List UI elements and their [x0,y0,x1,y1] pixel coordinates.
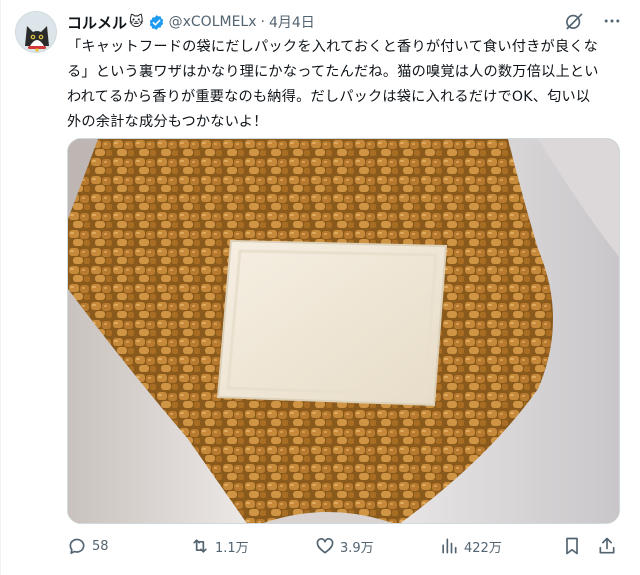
reply-count: 58 [92,538,109,554]
reply-button[interactable]: 58 [67,536,109,556]
bookmark-button[interactable] [562,536,587,556]
separator: · [260,14,265,30]
cat-emoji: 🐱 [129,14,144,30]
timeline-border [0,0,1,575]
action-bar: 58 1.1万 3.9万 422万 [67,536,620,558]
more-icon[interactable] [602,11,622,31]
post-text-line: る」という裏ワザはかなり理にかなってたんだね。猫の嗅覚は人の数万倍以上とい [67,64,599,80]
views-icon [442,538,457,554]
top-actions [564,11,622,31]
repost-button[interactable]: 1.1万 [190,536,249,556]
repost-icon [193,539,207,553]
views-button[interactable]: 422万 [439,536,502,556]
repost-count: 1.1万 [215,540,249,556]
reply-icon [69,538,85,554]
grok-icon[interactable] [564,11,584,31]
verified-badge-icon [149,14,163,30]
display-name[interactable]: コルメル [67,12,127,33]
post-text-line: 「キャットフードの袋にだしパックを入れておくと香りが付いて食い付きが良くな [67,39,599,55]
avatar[interactable] [15,11,57,53]
post-image[interactable] [67,138,620,524]
share-icon [599,537,615,554]
like-button[interactable]: 3.9万 [315,536,374,556]
views-count: 422万 [464,540,502,556]
like-count: 3.9万 [340,540,374,556]
post-text: 「キャットフードの袋にだしパックを入れておくと香りが付いて食い付きが良くな る」… [67,35,622,135]
like-icon [316,538,334,554]
handle[interactable]: @xCOLMELx [169,14,257,30]
post-text-line: 外の余計な成分もつかないよ！ [67,114,268,130]
post-text-line: われてるから香りが重要なのも納得。だしパックは袋に入れるだけでOK、匂い以 [67,89,591,105]
bookmark-icon [566,537,578,555]
post-header: コルメル 🐱 @xCOLMELx · 4月4日 [67,11,315,33]
post-date[interactable]: 4月4日 [269,12,315,32]
share-button[interactable] [597,536,622,556]
